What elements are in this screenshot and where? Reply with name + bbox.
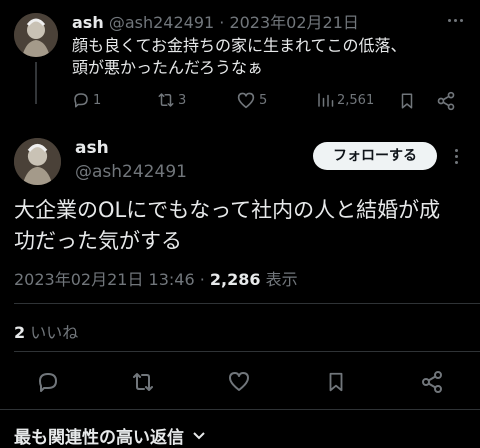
handle[interactable]: @ash242491: [109, 13, 214, 32]
thread-line: [35, 62, 37, 104]
share-button[interactable]: [420, 370, 444, 394]
avatar[interactable]: [14, 13, 58, 57]
share-icon: [422, 371, 442, 393]
main-text-line2: 功だった気がする: [14, 229, 182, 253]
follow-button[interactable]: フォローする: [313, 142, 437, 170]
bookmark-button[interactable]: [398, 91, 416, 111]
tweet-date[interactable]: · 2023年02月21日: [219, 13, 359, 32]
bookmark-icon: [401, 93, 413, 109]
tweet-timestamp[interactable]: 2023年02月21日 13:46 ·: [14, 270, 210, 289]
views-button[interactable]: 2,561: [316, 91, 374, 109]
handle[interactable]: @ash242491: [75, 162, 187, 182]
heart-icon: [229, 372, 249, 391]
divider: [14, 303, 480, 304]
divider: [0, 409, 480, 410]
reply-text-line2: 頭が悪かったんだろうなぁ: [72, 58, 264, 77]
reply-button[interactable]: 1: [72, 91, 101, 109]
reply-tweet-header: ash @ash242491 · 2023年02月21日: [72, 9, 359, 33]
avatar[interactable]: [14, 138, 61, 185]
retweet-button[interactable]: 3: [157, 91, 186, 109]
retweet-icon: [133, 373, 153, 391]
bookmark-button[interactable]: [325, 370, 347, 394]
main-tweet-text: 大企業のOLにでもなって社内の人と結婚が成 功だった気がする: [14, 195, 440, 257]
display-name[interactable]: ash: [75, 138, 109, 158]
reply-count: 1: [93, 92, 102, 108]
like-count: 5: [259, 92, 268, 108]
retweet-icon: [158, 93, 174, 107]
view-count: 2,286: [209, 270, 261, 289]
likes-label: いいね: [25, 323, 79, 342]
retweet-count: 3: [178, 92, 187, 108]
retweet-button[interactable]: [131, 370, 155, 394]
bookmark-icon: [329, 372, 343, 392]
heart-icon: [237, 92, 255, 109]
reply-button[interactable]: [36, 370, 60, 394]
divider: [14, 351, 480, 352]
like-button[interactable]: 5: [236, 91, 267, 109]
view-label: 表示: [260, 270, 298, 289]
likes-summary[interactable]: 2 いいね: [14, 319, 78, 343]
view-count: 2,561: [337, 92, 375, 108]
more-icon[interactable]: [455, 149, 458, 164]
more-icon[interactable]: [448, 19, 463, 22]
display-name[interactable]: ash: [72, 13, 104, 32]
like-button[interactable]: [227, 370, 251, 392]
share-button[interactable]: [436, 91, 456, 111]
main-text-line1: 大企業のOLにでもなって社内の人と結婚が成: [14, 198, 441, 222]
reply-text-line1: 顔も良くてお金持ちの家に生まれてこの低落、: [72, 36, 407, 55]
tweet-meta: 2023年02月21日 13:46 · 2,286 表示: [14, 266, 298, 290]
likes-count: 2: [14, 323, 26, 342]
reply-tweet-text: 顔も良くてお金持ちの家に生まれてこの低落、 頭が悪かったんだろうなぁ: [72, 35, 407, 79]
reply-icon: [74, 93, 88, 108]
share-icon: [437, 91, 455, 111]
reply-icon: [39, 373, 57, 392]
views-icon: [318, 93, 334, 107]
